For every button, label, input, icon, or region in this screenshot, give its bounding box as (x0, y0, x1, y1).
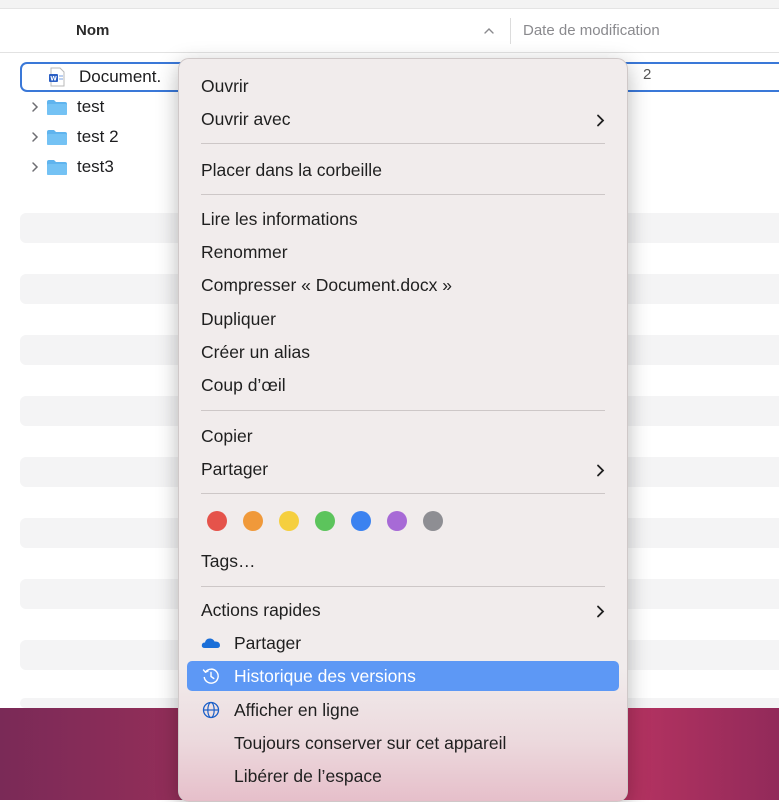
context-menu: Ouvrir Ouvrir avec Placer dans la corbei… (178, 58, 628, 802)
menu-separator (201, 493, 605, 494)
file-name: test (77, 97, 105, 116)
name-column-header[interactable]: Nom (76, 22, 109, 39)
onedrive-cloud-icon (201, 638, 220, 648)
disclosure-chevron-icon[interactable] (30, 161, 40, 173)
menu-item-free-space[interactable]: Libérer de l’espace (187, 761, 619, 791)
menu-item-onedrive-share[interactable]: Partager (187, 628, 619, 658)
tag-green[interactable] (315, 511, 335, 531)
file-name: Document. (79, 67, 162, 86)
column-header: Nom Date de modification (0, 10, 779, 53)
menu-item-share[interactable]: Partager (187, 454, 619, 484)
tag-purple[interactable] (387, 511, 407, 531)
word-document-icon: W (49, 67, 65, 87)
menu-item-open[interactable]: Ouvrir (187, 71, 619, 101)
column-divider[interactable] (510, 18, 511, 44)
menu-item-rename[interactable]: Renommer (187, 237, 619, 267)
submenu-chevron-icon (597, 464, 605, 477)
folder-icon (47, 100, 67, 115)
window-top-edge (0, 0, 779, 9)
menu-item-compress[interactable]: Compresser « Document.docx » (187, 270, 619, 300)
menu-item-quick-actions[interactable]: Actions rapides (187, 595, 619, 625)
menu-separator (201, 410, 605, 411)
menu-item-move-to-trash[interactable]: Placer dans la corbeille (187, 155, 619, 185)
date-modified-column-header[interactable]: Date de modification (523, 22, 660, 39)
tag-red[interactable] (207, 511, 227, 531)
globe-icon (202, 701, 220, 719)
tag-blue[interactable] (351, 511, 371, 531)
menu-item-copy[interactable]: Copier (187, 421, 619, 451)
menu-item-quick-look[interactable]: Coup d’œil (187, 370, 619, 400)
folder-icon (47, 160, 67, 175)
menu-separator (201, 143, 605, 144)
folder-icon (47, 130, 67, 145)
menu-item-always-keep[interactable]: Toujours conserver sur cet appareil (187, 728, 619, 758)
tag-gray[interactable] (423, 511, 443, 531)
menu-separator (201, 194, 605, 195)
submenu-chevron-icon (597, 605, 605, 618)
svg-text:W: W (50, 76, 57, 83)
history-clock-icon (202, 668, 219, 684)
file-name: test3 (77, 157, 114, 176)
menu-item-duplicate[interactable]: Dupliquer (187, 304, 619, 334)
menu-item-get-info[interactable]: Lire les informations (187, 204, 619, 234)
menu-separator (201, 586, 605, 587)
file-name: test 2 (77, 127, 119, 146)
menu-item-make-alias[interactable]: Créer un alias (187, 337, 619, 367)
disclosure-chevron-icon[interactable] (30, 131, 40, 143)
menu-item-version-history[interactable]: Historique des versions (187, 661, 619, 691)
tag-yellow[interactable] (279, 511, 299, 531)
tag-orange[interactable] (243, 511, 263, 531)
menu-item-view-online[interactable]: Afficher en ligne (187, 695, 619, 725)
menu-item-open-with[interactable]: Ouvrir avec (187, 104, 619, 134)
sort-ascending-icon[interactable] (482, 24, 496, 38)
submenu-chevron-icon (597, 114, 605, 127)
disclosure-chevron-icon[interactable] (30, 101, 40, 113)
file-date: 2 (643, 66, 652, 83)
menu-item-tags[interactable]: Tags… (187, 546, 619, 576)
